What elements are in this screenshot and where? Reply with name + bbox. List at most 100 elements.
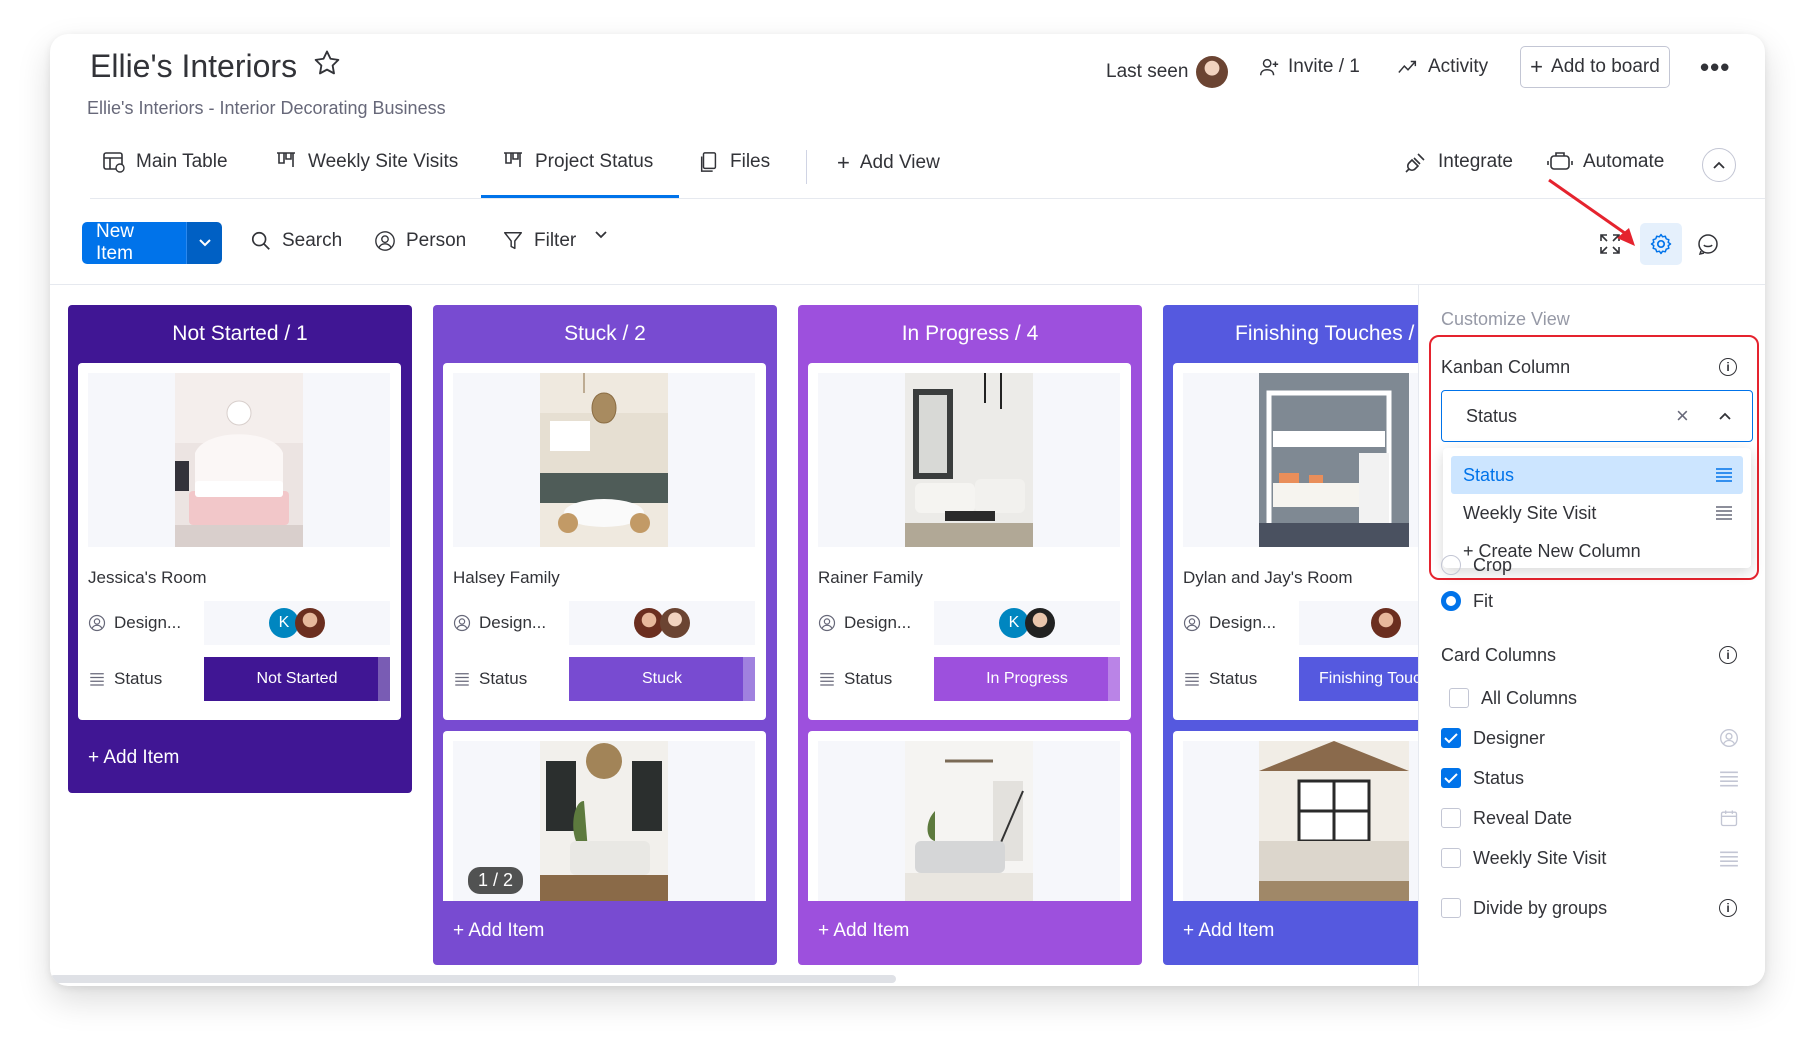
add-view-button[interactable]: + Add View [837, 150, 940, 176]
automate-button[interactable]: Automate [1547, 150, 1664, 174]
field-label: Design... [818, 613, 934, 633]
kanban-card[interactable]: Dylan and Jay's Room Design... Status Fi… [1173, 363, 1418, 720]
checkbox-all-columns[interactable] [1449, 688, 1469, 708]
status-badge[interactable]: Finishing Touc [1299, 657, 1418, 701]
automate-label: Automate [1583, 151, 1665, 172]
dropdown-option-weekly-site-visit[interactable]: Weekly Site Visit [1451, 494, 1743, 532]
invite-button[interactable]: Invite / 1 [1258, 56, 1360, 78]
board-title[interactable]: Ellie's Interiors [90, 48, 297, 85]
card-image [88, 373, 390, 547]
search-button[interactable]: Search [250, 230, 342, 252]
status-badge[interactable]: Not Started [204, 657, 390, 701]
status-badge[interactable]: In Progress [934, 657, 1120, 701]
kanban-column-label: Kanban Column [1441, 357, 1571, 377]
checkbox-divide-by-groups[interactable] [1441, 898, 1461, 918]
column-header[interactable]: Finishing Touches / [1163, 305, 1418, 363]
status-text: Finishing Touc [1319, 670, 1418, 687]
last-seen[interactable]: Last seen [1106, 56, 1229, 88]
person-icon [88, 614, 106, 632]
card-title[interactable]: Dylan and Jay's Room [1183, 568, 1353, 588]
add-item-button[interactable]: + Add Item [453, 920, 544, 942]
avatar [1196, 56, 1229, 88]
add-item-button[interactable]: + Add Item [818, 920, 909, 942]
crop-radio[interactable] [1441, 555, 1461, 575]
settings-button[interactable] [1640, 223, 1682, 265]
add-item-button[interactable]: + Add Item [1183, 920, 1274, 942]
checkbox-designer[interactable] [1441, 728, 1461, 748]
status-label: Status [479, 669, 528, 688]
tab-label: Main Table [136, 151, 228, 172]
kanban-column-not-started: Not Started / 1 Jessica's Room Design...… [68, 305, 412, 793]
designer-value[interactable] [1299, 601, 1418, 645]
kanban-card[interactable]: Rainer Family Design... K Status In Prog… [808, 363, 1131, 720]
new-item-button[interactable]: New Item [82, 222, 186, 264]
collapse-header-button[interactable] [1702, 148, 1736, 182]
kanban-column-in-progress: In Progress / 4 Rainer Family Design... … [798, 305, 1142, 965]
card-title[interactable]: Jessica's Room [88, 568, 207, 588]
checkbox-weekly-site-visit[interactable] [1441, 848, 1461, 868]
designer-field: Design... [1183, 601, 1418, 645]
column-header[interactable]: In Progress / 4 [798, 305, 1142, 363]
tab-label: Project Status [535, 151, 654, 172]
designer-field: Design... K [818, 601, 1120, 645]
tab-main-table[interactable]: Main Table [102, 150, 228, 174]
status-label: Status [844, 669, 893, 688]
filter-dropdown[interactable] [594, 230, 608, 240]
calendar-icon [1720, 810, 1738, 827]
status-badge[interactable]: Stuck [569, 657, 755, 701]
comments-button[interactable] [1690, 226, 1726, 262]
fit-radio[interactable] [1441, 591, 1461, 611]
kanban-card[interactable]: 1 / 2 [443, 731, 766, 901]
status-icon [820, 673, 834, 686]
integrate-button[interactable]: Integrate [1404, 150, 1513, 174]
status-fold [378, 657, 390, 701]
search-icon [251, 231, 270, 250]
horizontal-scrollbar[interactable] [50, 975, 896, 983]
person-filter-button[interactable]: Person [374, 230, 466, 252]
star-icon[interactable] [312, 48, 342, 83]
tab-project-status[interactable]: Project Status [501, 150, 653, 174]
more-options-icon[interactable]: ••• [1700, 52, 1730, 83]
designer-value[interactable]: K [204, 601, 390, 645]
kanban-column-select[interactable]: Status × [1441, 390, 1753, 442]
checkbox-reveal-date[interactable] [1441, 808, 1461, 828]
status-field: Status In Progress [818, 657, 1120, 701]
column-header[interactable]: Not Started / 1 [68, 305, 412, 363]
new-item-dropdown[interactable] [186, 222, 222, 264]
table-icon [103, 152, 125, 173]
card-image [818, 373, 1120, 547]
field-label: Status [453, 669, 569, 689]
person-label: Person [406, 230, 467, 251]
dropdown-option-status[interactable]: Status [1451, 456, 1743, 494]
activity-button[interactable]: Activity [1396, 56, 1488, 78]
info-icon[interactable]: i [1719, 358, 1737, 376]
filter-button[interactable]: Filter [502, 230, 576, 252]
designer-value[interactable]: K [934, 601, 1120, 645]
info-icon[interactable]: i [1719, 899, 1737, 917]
kanban-card[interactable]: Halsey Family Design... Status Stuck [443, 363, 766, 720]
status-text: Stuck [641, 670, 682, 687]
tab-label: Files [730, 151, 771, 172]
chevron-up-icon[interactable] [1718, 411, 1732, 421]
bedroom-photo [175, 373, 303, 547]
person-icon [453, 614, 471, 632]
robot-icon [1547, 152, 1573, 170]
card-title[interactable]: Rainer Family [818, 568, 923, 588]
kanban-card[interactable]: Jessica's Room Design... K Status Not St… [78, 363, 401, 720]
designer-value[interactable] [569, 601, 755, 645]
info-icon[interactable]: i [1719, 646, 1737, 664]
kanban-card[interactable] [1173, 731, 1418, 901]
living-room-photo [540, 741, 668, 901]
status-fold [743, 657, 755, 701]
add-item-button[interactable]: + Add Item [88, 747, 179, 769]
search-label: Search [282, 230, 343, 251]
clear-icon[interactable]: × [1676, 403, 1689, 429]
add-to-board-button[interactable]: + Add to board [1520, 46, 1670, 88]
column-header[interactable]: Stuck / 2 [433, 305, 777, 363]
field-label: Status [1183, 669, 1299, 689]
card-title[interactable]: Halsey Family [453, 568, 560, 588]
checkbox-status[interactable] [1441, 768, 1461, 788]
tab-files[interactable]: Files [698, 150, 770, 174]
kanban-card[interactable] [808, 731, 1131, 901]
tab-weekly-site-visits[interactable]: Weekly Site Visits [274, 150, 458, 174]
